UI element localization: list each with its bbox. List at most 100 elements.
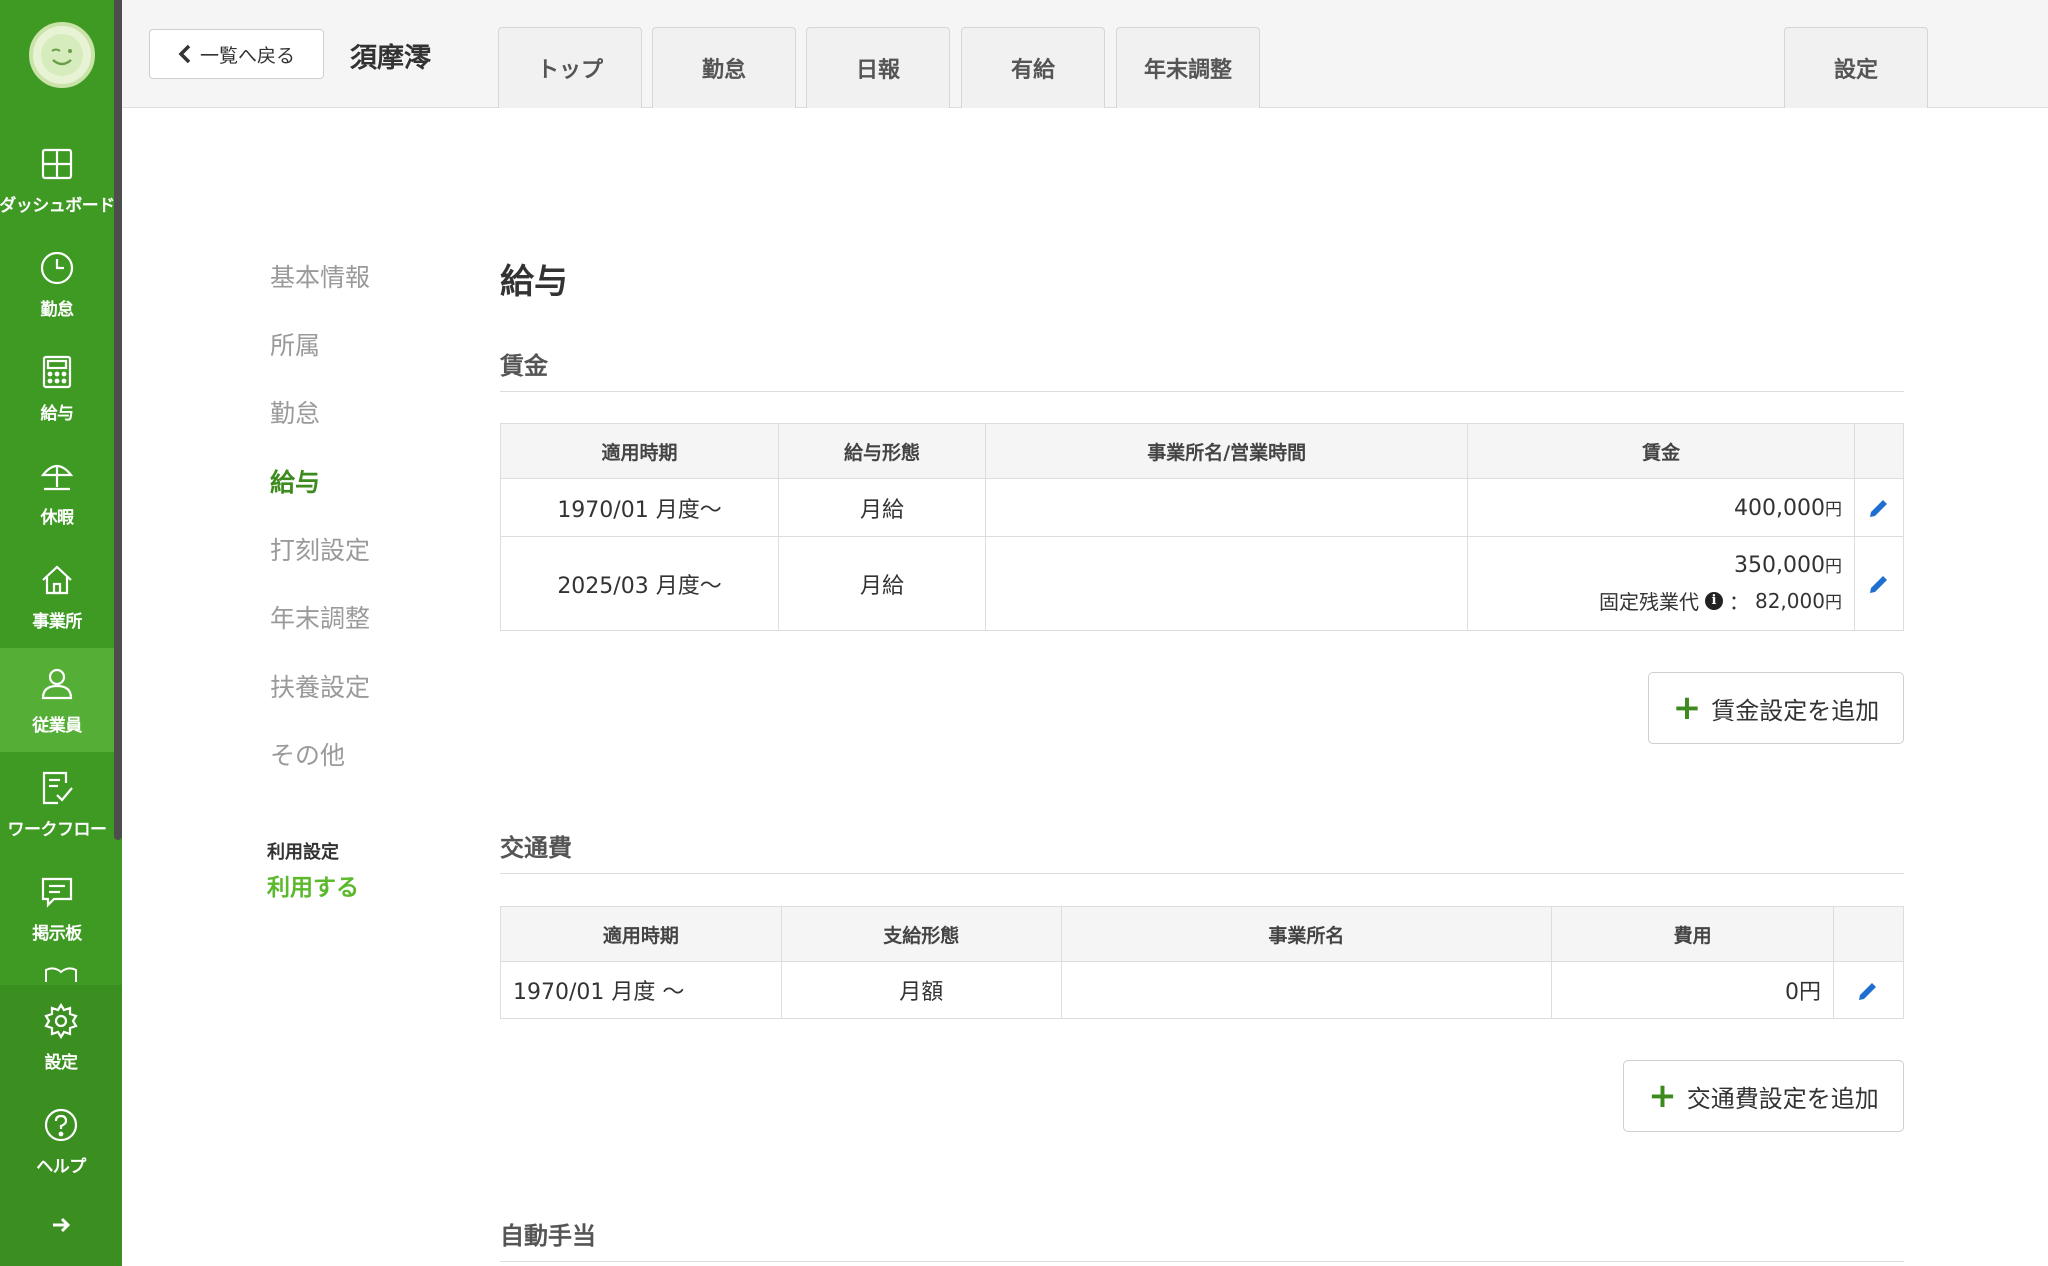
wage-amount-cell: 350,000円 固定残業代 i ： 82,000円 (1467, 536, 1855, 631)
app-logo-icon[interactable] (29, 22, 95, 88)
subnav-affiliation[interactable]: 所属 (270, 326, 320, 362)
sidebar-item-dashboard[interactable]: ダッシュボード (0, 128, 115, 232)
edit-wage-button[interactable] (1853, 536, 1905, 631)
add-wage-setting-button[interactable]: + 賃金設定を追加 (1648, 672, 1904, 744)
sidebar-item-label: 休暇 (40, 507, 75, 528)
plus-icon: + (1648, 1076, 1677, 1116)
subnav-dependents[interactable]: 扶養設定 (270, 668, 370, 704)
sidebar-item-workflow[interactable]: ワークフロー (0, 752, 114, 856)
sidebar-bottom-group: 設定 ヘルプ (0, 985, 122, 1266)
wage-table: 適用時期 給与形態 事業所名/営業時間 賃金 1970/01 月度〜 月給 40… (499, 423, 1905, 631)
back-button-label: 一覧へ戻る (199, 44, 295, 67)
edit-wage-button[interactable] (1853, 478, 1905, 537)
subnav-basic-info[interactable]: 基本情報 (270, 258, 370, 294)
sidebar-item-label: ヘルプ (36, 1156, 86, 1177)
tab-paid-leave[interactable]: 有給 (961, 27, 1105, 108)
wage-amount-cell: 400,000円 (1467, 478, 1855, 537)
auto-allowance-section-title: 自動手当 (500, 1216, 1904, 1262)
home-icon (42, 564, 72, 594)
sidebar-item-settings[interactable]: 設定 (0, 985, 122, 1089)
tab-top[interactable]: トップ (498, 27, 642, 108)
pencil-icon (1869, 576, 1887, 593)
gear-icon (44, 1002, 78, 1039)
wage-period: 1970/01 月度〜 (499, 478, 780, 537)
sidebar-scrollbar[interactable] (114, 0, 122, 840)
info-icon[interactable]: i (1704, 591, 1723, 610)
sidebar-item-leave[interactable]: 休暇 (0, 440, 114, 544)
back-to-list-button[interactable]: 一覧へ戻る (149, 29, 324, 79)
arrow-right-icon (53, 1217, 71, 1233)
sidebar-item-payroll[interactable]: 給与 (0, 336, 114, 440)
add-transport-label: 交通費設定を追加 (1686, 1084, 1879, 1113)
column-header: 支給形態 (780, 906, 1062, 962)
usage-setting-value[interactable]: 利用する (267, 868, 359, 902)
yen-unit: 円 (1824, 593, 1842, 613)
column-header: 事業所名/営業時間 (985, 423, 1469, 479)
workflow-check-icon (42, 771, 73, 804)
transport-table: 適用時期 支給形態 事業所名 費用 1970/01 月度 〜 月額 0円 (500, 906, 1905, 1019)
sidebar-item-label: ワークフロー (7, 819, 108, 840)
subnav-payroll[interactable]: 給与 (270, 463, 320, 499)
wage-amount: 400,000 (1733, 495, 1825, 521)
pencil-icon (1859, 982, 1877, 1000)
chevron-left-icon (178, 44, 191, 64)
sidebar-item-office[interactable]: 事業所 (0, 544, 114, 648)
subnav-attendance[interactable]: 勤怠 (270, 394, 320, 430)
add-wage-label: 賃金設定を追加 (1711, 696, 1880, 725)
transport-cost: 0円 (1551, 961, 1834, 1019)
tab-settings[interactable]: 設定 (1784, 27, 1928, 108)
sidebar-item-label: 設定 (44, 1052, 79, 1073)
chat-icon (41, 877, 73, 908)
subnav-clock-settings[interactable]: 打刻設定 (270, 531, 370, 567)
table-row: 1970/01 月度 〜 月額 0円 (500, 961, 1905, 1019)
column-header-edit (1853, 423, 1905, 479)
column-header: 適用時期 (499, 423, 780, 479)
fixed-overtime-label: 固定残業代 (1598, 590, 1699, 614)
subnav-other[interactable]: その他 (270, 736, 345, 772)
transport-period: 1970/01 月度 〜 (500, 961, 782, 1019)
dashboard-icon (41, 148, 73, 179)
sidebar-item-label: 勤怠 (40, 299, 75, 320)
table-header-row: 適用時期 支給形態 事業所名 費用 (500, 906, 1905, 962)
help-icon (44, 1108, 78, 1141)
transport-section-title: 交通費 (500, 828, 1904, 874)
table-header-row: 適用時期 給与形態 事業所名/営業時間 賃金 (499, 423, 1905, 479)
sidebar-item-board[interactable]: 掲示板 (0, 856, 114, 960)
pencil-icon (1869, 500, 1887, 517)
sidebar-item-attendance[interactable]: 勤怠 (0, 232, 114, 336)
tab-attendance[interactable]: 勤怠 (652, 27, 796, 108)
edit-transport-button[interactable] (1832, 961, 1905, 1019)
wage-type: 月給 (778, 478, 987, 537)
fixed-overtime-amount: 82,000 (1754, 589, 1825, 613)
sidebar-item-label: 従業員 (32, 715, 82, 736)
yen-unit: 円 (1824, 557, 1842, 577)
column-header: 給与形態 (778, 423, 987, 479)
usage-setting-label: 利用設定 (267, 842, 339, 863)
subnav-year-end-adjustment[interactable]: 年末調整 (270, 599, 370, 635)
sidebar-item-label: ダッシュボード (0, 195, 115, 216)
employee-header: 一覧へ戻る 須摩澪 トップ 勤怠 日報 有給 年末調整 設定 (122, 0, 2048, 108)
sidebar-item-label: 給与 (40, 403, 75, 424)
sidebar-item-label: 事業所 (32, 611, 82, 632)
tab-year-end-adjustment[interactable]: 年末調整 (1116, 27, 1260, 108)
add-transport-setting-button[interactable]: + 交通費設定を追加 (1623, 1060, 1904, 1132)
wage-period: 2025/03 月度〜 (499, 536, 780, 631)
transport-office (1060, 961, 1553, 1019)
wage-section-title: 賃金 (500, 346, 1904, 392)
column-header: 適用時期 (500, 906, 782, 962)
fixed-overtime-line: 固定残業代 i ： 82,000円 (1480, 586, 1842, 615)
wage-office (985, 536, 1469, 631)
tab-daily-report[interactable]: 日報 (806, 27, 950, 108)
sidebar-item-employees[interactable]: 従業員 (0, 648, 114, 752)
sidebar-item-label: 掲示板 (32, 923, 82, 944)
partially-hidden-icon (45, 967, 77, 982)
calculator-icon (42, 355, 72, 388)
wage-amount: 350,000 (1733, 553, 1825, 578)
sidebar-item-help[interactable]: ヘルプ (0, 1089, 122, 1193)
beach-umbrella-icon (40, 464, 74, 490)
table-row: 1970/01 月度〜 月給 400,000円 (499, 478, 1905, 537)
yen-unit: 円 (1824, 499, 1842, 520)
wage-type: 月給 (778, 536, 987, 631)
sidebar-collapse-button[interactable] (0, 1205, 122, 1245)
column-header: 事業所名 (1060, 906, 1553, 962)
